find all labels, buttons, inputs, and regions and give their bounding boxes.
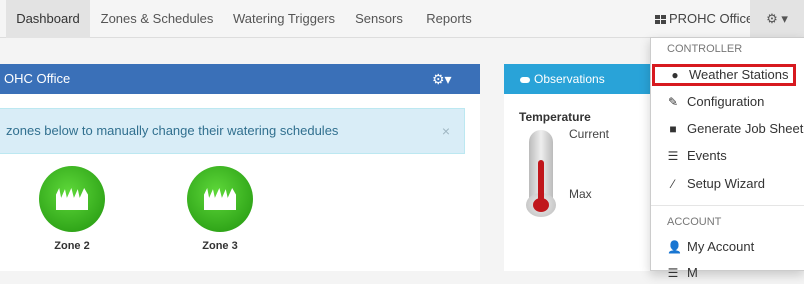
- wand-icon: ⁄: [671, 177, 674, 191]
- zone-grass-button[interactable]: [187, 166, 253, 232]
- controller-section-header: CONTROLLER: [667, 43, 743, 55]
- menu-item-label: M: [687, 265, 698, 280]
- menu-divider: [651, 205, 804, 206]
- cloud-icon: [520, 77, 530, 83]
- menu-item-setup-wizard[interactable]: ⁄ Setup Wizard: [653, 173, 804, 195]
- panel-settings-icon[interactable]: ⚙▾: [432, 64, 452, 94]
- menu-item-configuration[interactable]: ✎ Configuration: [653, 91, 804, 113]
- user-icon: 👤: [667, 240, 682, 254]
- menu-item-label: Generate Job Sheet: [687, 121, 804, 136]
- edit-icon: ✎: [667, 95, 679, 109]
- menu-item-label: Weather Stations: [689, 67, 789, 82]
- globe-icon: ●: [671, 68, 679, 82]
- zone-label: Zone 2: [54, 240, 90, 252]
- site-switcher[interactable]: PROHC Office: [655, 0, 753, 38]
- temperature-label: Temperature: [519, 110, 591, 124]
- caret-down-icon: ▾: [781, 11, 788, 26]
- menu-item-weather-stations[interactable]: ● Weather Stations: [652, 64, 796, 86]
- current-label: Current: [569, 127, 610, 141]
- zones-panel-header: OHC Office ⚙▾: [0, 64, 480, 94]
- tab-zones-schedules[interactable]: Zones & Schedules: [92, 0, 222, 38]
- tab-watering-triggers[interactable]: Watering Triggers: [224, 0, 344, 38]
- zone-label: Zone 3: [202, 240, 238, 252]
- grid-icon: [655, 15, 666, 24]
- zone-card-3[interactable]: Zone 3: [187, 166, 253, 252]
- site-name: PROHC Office: [669, 11, 754, 26]
- menu-item-my-account[interactable]: 👤 My Account: [653, 236, 804, 258]
- close-icon[interactable]: ×: [442, 109, 450, 153]
- menu-item-generate-job-sheet[interactable]: ■ Generate Job Sheet: [653, 118, 804, 140]
- info-alert: zones below to manually change their wat…: [0, 108, 465, 154]
- max-label: Max: [569, 187, 592, 201]
- tab-dashboard[interactable]: Dashboard: [6, 0, 90, 38]
- tab-sensors[interactable]: Sensors: [346, 0, 412, 38]
- observations-panel: [504, 64, 654, 271]
- menu-item-m[interactable]: ☰ M: [653, 262, 804, 284]
- grass-icon: [204, 188, 236, 210]
- zone-grass-button[interactable]: [39, 166, 105, 232]
- thermometer-mercury-bulb: [533, 198, 549, 212]
- list-icon: ☰: [667, 266, 679, 280]
- menu-item-label: Setup Wizard: [687, 176, 766, 191]
- file-icon: ■: [669, 122, 677, 136]
- zone-card-2[interactable]: Zone 2: [39, 166, 105, 252]
- gears-icon: ⚙: [766, 11, 778, 26]
- menu-item-label: Configuration: [687, 94, 765, 109]
- observations-header: Observations: [504, 64, 654, 94]
- panel-title: OHC Office: [4, 71, 71, 86]
- settings-menu-toggle[interactable]: ⚙ ▾: [750, 0, 804, 38]
- list-icon: ☰: [667, 149, 679, 163]
- menu-item-label: Events: [687, 148, 727, 163]
- grass-icon: [56, 188, 88, 210]
- alert-text: zones below to manually change their wat…: [6, 123, 339, 138]
- account-section-header: ACCOUNT: [667, 216, 722, 228]
- tab-reports[interactable]: Reports: [414, 0, 484, 38]
- menu-item-label: My Account: [687, 239, 755, 254]
- menu-item-events[interactable]: ☰ Events: [653, 145, 804, 167]
- observations-title: Observations: [534, 72, 605, 86]
